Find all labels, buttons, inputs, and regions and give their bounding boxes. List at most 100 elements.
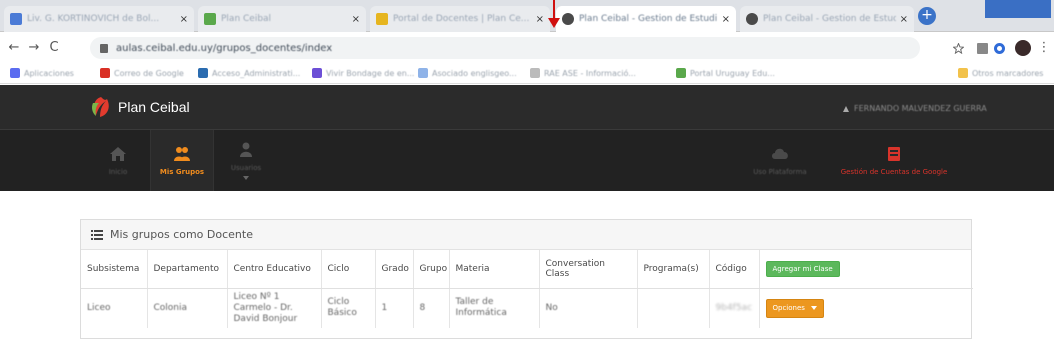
column-header: Grado xyxy=(375,250,414,289)
bookmark-icon xyxy=(530,68,540,78)
panel-header: Mis grupos como Docente xyxy=(81,220,971,250)
main-nav: Inicio Mis Grupos Usuarios Uso Plataform… xyxy=(0,130,1054,191)
cell-subsistema: Liceo xyxy=(81,288,148,328)
nav-inicio[interactable]: Inicio xyxy=(88,130,148,191)
bookmark-icon xyxy=(676,68,686,78)
nav-usuarios[interactable]: Usuarios xyxy=(216,130,276,191)
bookmark-label: Aplicaciones xyxy=(24,68,74,78)
browser-tab[interactable]: Liv. G. KORTINOVICH de Bol... × xyxy=(4,6,194,32)
bookmark-item[interactable]: RAE ASE - Informació... xyxy=(530,68,636,78)
address-row: ← → C aulas.ceibal.edu.uy/grupos_docente… xyxy=(0,32,1054,64)
new-tab-button[interactable]: + xyxy=(918,7,936,25)
tab-title: Plan Ceibal - Gestion de Estudi... xyxy=(763,14,896,24)
chevron-down-icon xyxy=(810,306,817,310)
cell-grado: 1 xyxy=(375,288,414,328)
address-bar[interactable]: aulas.ceibal.edu.uy/grupos_docentes/inde… xyxy=(90,37,920,59)
bookmark-label: Vivir Bondage de en... xyxy=(326,68,415,78)
cell-departamento: Colonia xyxy=(147,288,228,328)
other-bookmarks[interactable]: Otros marcadores xyxy=(958,68,1043,78)
tab-title: Liv. G. KORTINOVICH de Bol... xyxy=(27,14,160,24)
gmail-icon xyxy=(100,68,110,78)
column-header: Programa(s) xyxy=(637,250,710,289)
options-label: Opciones xyxy=(772,303,805,312)
tab-favicon-icon xyxy=(10,13,22,25)
apps-icon xyxy=(10,68,20,78)
user-caret-icon xyxy=(843,105,849,112)
lock-icon xyxy=(100,43,108,53)
bookmark-item[interactable]: Portal Uruguay Edu... xyxy=(676,68,775,78)
tab-title: Portal de Docentes | Plan Ce... xyxy=(393,14,530,24)
nav-mis-grupos[interactable]: Mis Grupos xyxy=(150,130,214,191)
extension-icon[interactable] xyxy=(977,43,988,54)
bookmark-item[interactable]: Acceso_Administrati... xyxy=(198,68,300,78)
tab-close-icon[interactable]: × xyxy=(180,14,188,25)
groups-table: Subsistema Departamento Centro Educativo… xyxy=(81,250,973,328)
site-header: Plan Ceibal FERNANDO MALVENDEZ GUERRA xyxy=(0,85,1054,130)
bookmark-label: Asociado englisgeo... xyxy=(432,68,517,78)
star-icon[interactable] xyxy=(953,43,964,54)
cell-conversation: No xyxy=(539,288,638,328)
dropdown-caret-icon xyxy=(243,175,249,180)
groups-panel: Mis grupos como Docente Subsistema Depar… xyxy=(80,219,973,339)
users-icon xyxy=(174,146,190,161)
google-account-icon xyxy=(888,146,900,161)
cell-ciclo: Ciclo Básico xyxy=(321,288,376,328)
bookmark-label: Otros marcadores xyxy=(972,68,1044,78)
reload-icon[interactable]: C xyxy=(46,40,62,55)
cell-programas xyxy=(637,288,710,328)
browser-tab[interactable]: Plan Ceibal - Gestion de Estudi... × xyxy=(740,6,914,32)
browser-tab[interactable]: Plan Ceibal × xyxy=(198,6,366,32)
cell-codigo: 9b4f5ac xyxy=(709,288,760,328)
nav-label: Gestión de Cuentas de Google xyxy=(840,167,948,176)
column-header: Conversation Class xyxy=(539,250,638,289)
browser-tab-active[interactable]: Plan Ceibal - Gestion de Estudi... × xyxy=(556,6,736,32)
tab-title: Plan Ceibal xyxy=(221,14,272,24)
tab-favicon-icon xyxy=(376,13,388,25)
column-header: Código xyxy=(709,250,760,289)
forward-icon[interactable]: → xyxy=(26,40,42,55)
plan-ceibal-logo-icon xyxy=(92,97,109,117)
tab-close-icon[interactable]: × xyxy=(536,14,544,25)
bookmark-label: Acceso_Administrati... xyxy=(212,68,301,78)
brand-name[interactable]: Plan Ceibal xyxy=(118,99,190,115)
browser-menu-icon[interactable]: ⋮ xyxy=(1036,40,1052,55)
bookmark-item[interactable]: Correo de Google xyxy=(100,68,184,78)
tab-favicon-icon xyxy=(746,13,758,25)
column-header: Departamento xyxy=(147,250,228,289)
add-class-button[interactable]: Agregar mi Clase xyxy=(765,260,840,277)
bookmark-icon xyxy=(312,68,322,78)
back-icon[interactable]: ← xyxy=(6,40,22,55)
cell-actions: Opciones xyxy=(759,288,973,328)
tab-favicon-icon xyxy=(204,13,216,25)
column-header: Ciclo xyxy=(321,250,376,289)
tab-close-icon[interactable]: × xyxy=(352,14,360,25)
user-menu[interactable]: FERNANDO MALVENDEZ GUERRA xyxy=(843,104,987,113)
cell-materia: Taller de Informática xyxy=(449,288,540,328)
nav-label: Usuarios xyxy=(230,163,262,172)
browser-tab[interactable]: Portal de Docentes | Plan Ce... × xyxy=(370,6,550,32)
bookmarks-bar: Aplicaciones Correo de Google Acceso_Adm… xyxy=(0,64,1054,84)
bookmark-icon xyxy=(418,68,428,78)
column-header: Grupo xyxy=(413,250,450,289)
cell-grupo: 8 xyxy=(413,288,450,328)
nav-cuentas-google[interactable]: Gestión de Cuentas de Google xyxy=(836,130,952,191)
extension-ring-icon[interactable] xyxy=(994,43,1005,54)
nav-uso-plataforma[interactable]: Uso Plataforma xyxy=(730,130,830,191)
user-name: FERNANDO MALVENDEZ GUERRA xyxy=(854,104,987,113)
profile-avatar[interactable] xyxy=(1015,40,1031,56)
bookmark-item[interactable]: Vivir Bondage de en... xyxy=(312,68,414,78)
cloud-icon xyxy=(772,148,788,159)
options-dropdown-button[interactable]: Opciones xyxy=(765,298,824,318)
table-row: Liceo Colonia Liceo Nº 1 Carmelo - Dr. D… xyxy=(81,288,973,328)
cell-centro: Liceo Nº 1 Carmelo - Dr. David Bonjour xyxy=(227,288,322,328)
bookmark-item[interactable]: Asociado englisgeo... xyxy=(418,68,517,78)
bookmark-label: Portal Uruguay Edu... xyxy=(690,68,775,78)
tab-close-icon[interactable]: × xyxy=(900,14,908,25)
user-icon xyxy=(240,142,252,157)
window-controls[interactable] xyxy=(985,0,1051,18)
bookmark-label: RAE ASE - Informació... xyxy=(544,68,636,78)
tab-close-icon[interactable]: × xyxy=(722,14,730,25)
panel-title: Mis grupos como Docente xyxy=(110,228,253,241)
bookmark-item[interactable]: Aplicaciones xyxy=(10,68,74,78)
table-header-row: Subsistema Departamento Centro Educativo… xyxy=(81,250,973,289)
